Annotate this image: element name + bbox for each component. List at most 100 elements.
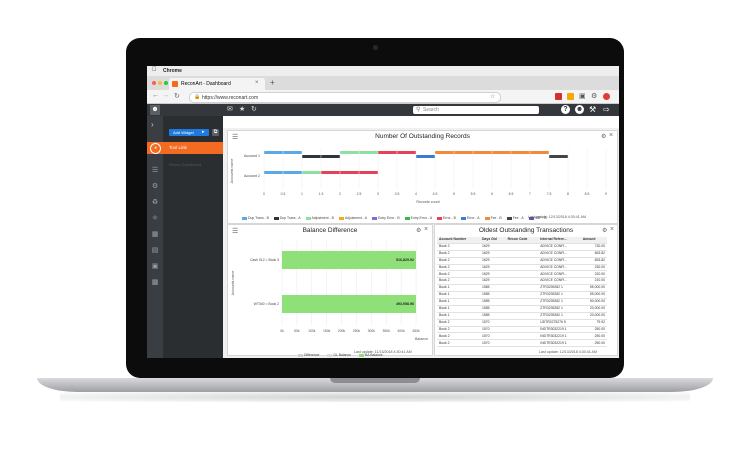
reconcile-icon[interactable]: ♻ xyxy=(147,198,163,206)
records-bar xyxy=(549,155,568,158)
app-name[interactable]: Chrome xyxy=(163,68,182,74)
table-cell: Book 2 xyxy=(437,243,480,251)
inbox-icon[interactable]: ✉ xyxy=(227,105,233,113)
balance-bar-label: 516,829.92 xyxy=(396,258,414,262)
cast-icon[interactable]: ▣ xyxy=(579,92,586,100)
table-row[interactable]: Book 2 1629 ADVICE CONFI... 730.00 xyxy=(437,243,607,251)
table-row[interactable]: Book 2 1570 INDTR3032219 1 250.00 xyxy=(437,326,607,334)
oldest-panel: Oldest Outstanding Transactions ⚙ × Acco… xyxy=(434,224,618,356)
legend-item[interactable]: GL Balance xyxy=(327,353,351,357)
records-tick-label: 2 xyxy=(339,192,341,196)
table-row[interactable]: Book 2 1570 UDTR3275276 5 79.92 xyxy=(437,319,607,327)
refresh-icon[interactable]: ↻ xyxy=(251,105,257,113)
chart-icon[interactable]: ▤ xyxy=(147,246,163,254)
table-cell: Book 1 xyxy=(437,305,480,313)
legend-item[interactable]: Dup Trans - B xyxy=(242,216,269,220)
oldest-last-update: Last update: 12/13/2018 4:30:41 AM xyxy=(539,350,597,354)
panel-close-icon[interactable]: × xyxy=(610,226,614,233)
balance-tick-label: 50k xyxy=(294,329,300,333)
table-cell: 1629 xyxy=(479,264,506,272)
records-chart: Accounts name 0 0.5 1 1.5 2 2.5 3 3.5 4 4.5 5 5.5 6 6… xyxy=(230,149,607,204)
table-row[interactable]: Book 1 1585 ZTR3239282 1 55,000.00 xyxy=(437,284,607,293)
table-row[interactable]: Book 1 1585 ZTR3239282 1 55,000.00 xyxy=(437,291,607,300)
back-icon[interactable]: ← xyxy=(152,92,159,99)
report-icon[interactable]: ▩ xyxy=(147,278,163,286)
legend-item[interactable]: Dup Trans - A xyxy=(273,216,301,220)
expand-sidebar-icon[interactable]: › xyxy=(151,120,154,129)
opera-icon[interactable] xyxy=(603,93,610,100)
records-bar xyxy=(302,171,321,174)
reload-icon[interactable]: ↻ xyxy=(174,92,180,100)
settings-icon[interactable]: ⚙ xyxy=(591,92,597,100)
user-avatar-icon[interactable]: ☻ xyxy=(150,105,160,115)
panel-settings-icon[interactable]: ⚙ xyxy=(601,133,606,140)
records-tick-label: 7.5 xyxy=(547,192,552,196)
user-menu-icon[interactable]: ☻ xyxy=(575,105,584,114)
legend-item[interactable]: Entry Error - A xyxy=(404,216,432,220)
logout-icon[interactable]: ⇨ xyxy=(603,105,610,114)
close-tab-icon[interactable]: × xyxy=(255,80,259,86)
lock-icon: 🔒 xyxy=(194,94,201,100)
legend-item[interactable]: Difference xyxy=(298,353,319,357)
legend-item[interactable]: Adjustment - A xyxy=(338,216,367,220)
legend-swatch xyxy=(338,216,344,220)
panel-settings-icon[interactable]: ⚙ xyxy=(416,227,421,234)
table-row[interactable]: Book 2 1570 INDTR3032219 1 250.00 xyxy=(437,332,607,341)
calendar-icon[interactable]: ▣ xyxy=(147,262,163,270)
table-row[interactable]: Book 2 1629 ADVICE CONFI... 653.82 xyxy=(437,257,607,265)
table-row[interactable]: Book 1 1585 ZTR3239282 1 50,000.00 xyxy=(437,298,607,306)
table-row[interactable]: Book 1 1585 ZTR3239282 1 20,000.00 xyxy=(437,312,607,320)
legend-item[interactable]: Error - B xyxy=(437,216,456,220)
table-row[interactable]: Book 2 1570 INDTR3032219 1 250.00 xyxy=(437,339,607,348)
copy-icon[interactable]: ⧉ xyxy=(212,129,219,136)
table-row[interactable]: Book 2 1629 ADVICE CONFI... 220.00 xyxy=(437,270,607,279)
table-cell xyxy=(505,298,539,306)
star-icon[interactable]: ☆ xyxy=(490,93,495,100)
legend-label: GL Balance xyxy=(333,353,351,357)
legend-item[interactable]: Fee - A xyxy=(506,216,524,220)
table-row[interactable]: Book 2 1629 ADVICE CONFI... 210.00 xyxy=(437,277,607,286)
records-tick-label: 2.5 xyxy=(357,192,362,196)
browser-tab[interactable]: ReconArt - Dashboard × xyxy=(169,78,265,90)
new-tab-button[interactable]: + xyxy=(270,78,275,87)
legend-item[interactable]: Adjustment - B xyxy=(305,216,334,220)
address-bar[interactable]: 🔒 https://www.reconart.com ☆ xyxy=(189,92,501,103)
balance-tick-label: 150k xyxy=(323,329,331,333)
search-input[interactable]: ⚲ Search xyxy=(413,106,539,114)
table-cell: 20,000.00 xyxy=(580,305,607,313)
legend-item[interactable]: Entry Error - B xyxy=(371,216,400,220)
notes-icon[interactable]: ☰ xyxy=(147,166,163,174)
grid-icon[interactable]: ▦ xyxy=(147,230,163,238)
panel-close-icon[interactable]: × xyxy=(609,132,613,139)
legend-item[interactable]: Fee - B xyxy=(484,216,502,220)
table-row[interactable]: Book 1 1585 ZTR3239282 1 20,000.00 xyxy=(437,305,607,313)
help-icon[interactable]: ? xyxy=(561,105,570,114)
extension-icon[interactable] xyxy=(555,93,562,100)
settings-gear-icon[interactable]: ⚙ xyxy=(147,182,163,190)
panel-close-icon[interactable]: × xyxy=(424,226,428,233)
table-row[interactable]: Book 2 1629 ADVICE CONFI... 230.00 xyxy=(437,264,607,272)
records-tick-label: 1.5 xyxy=(319,192,324,196)
legend-item[interactable]: Error - A xyxy=(460,216,480,220)
favorite-star-icon[interactable]: ★ xyxy=(239,105,245,113)
table-cell: 79.92 xyxy=(580,319,607,327)
add-widget-label: Add Widget xyxy=(173,130,194,135)
panel-settings-icon[interactable]: ⚙ xyxy=(602,227,607,234)
add-widget-button[interactable]: Add Widget ▸ xyxy=(169,129,209,136)
table-row[interactable]: Book 2 1629 ADVICE CONFI... 653.82 xyxy=(437,250,607,258)
table-cell: 55,000.00 xyxy=(580,291,607,300)
minimize-window-icon[interactable] xyxy=(158,81,162,85)
table-cell: 1585 xyxy=(479,298,506,306)
close-window-icon[interactable] xyxy=(152,81,156,85)
balance-tick-label: 0k xyxy=(280,329,284,333)
maximize-window-icon[interactable] xyxy=(164,81,168,85)
table-cell xyxy=(505,332,539,341)
table-cell: 230.00 xyxy=(580,264,607,272)
sidebar-item-active[interactable]: ◕ Tool Link xyxy=(147,142,223,154)
sidebar-subitem-label[interactable]: Recon Dashboard xyxy=(169,162,201,167)
workflow-icon[interactable]: ⚛ xyxy=(147,214,163,222)
tools-icon[interactable]: ⚒ xyxy=(589,105,596,114)
apple-icon[interactable]:  xyxy=(152,67,157,73)
extension-icon[interactable] xyxy=(567,93,574,100)
forward-icon[interactable]: → xyxy=(162,92,169,99)
